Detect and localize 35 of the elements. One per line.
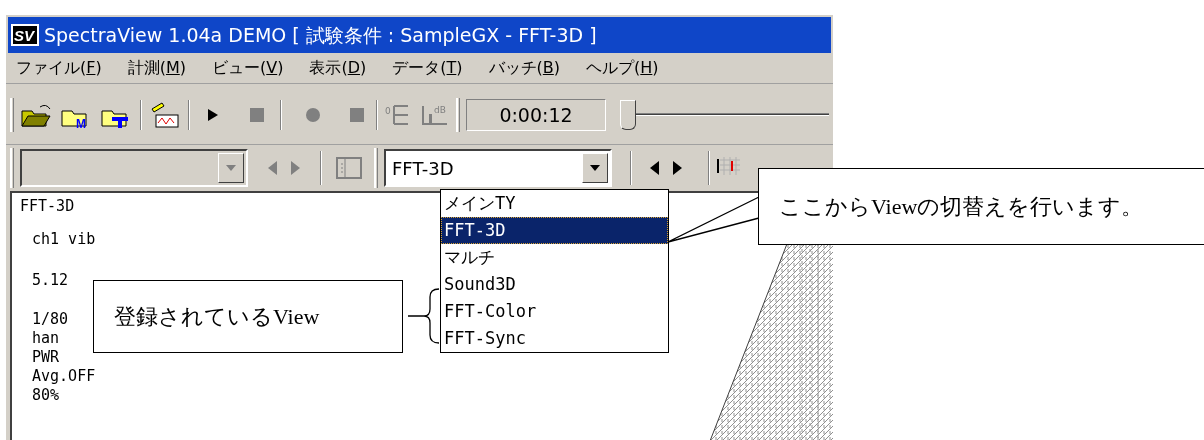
info-text: PWR	[32, 348, 60, 367]
menu-item[interactable]: ヘルプ(H)	[586, 56, 659, 80]
menu-item[interactable]: 表示(D)	[309, 56, 367, 80]
info-text: 1/80	[32, 310, 69, 329]
view-option[interactable]: FFT-3D	[441, 217, 668, 244]
callout-box: 登録されているView	[93, 280, 403, 353]
view-option[interactable]: FFT-Color	[441, 298, 668, 325]
menu-item[interactable]: ビュー(V)	[212, 56, 284, 80]
dropdown-arrow-icon	[226, 165, 236, 171]
info-text: FFT-3D	[20, 197, 75, 216]
view-dropdown[interactable]: FFT-3D	[384, 149, 612, 187]
info-text: han	[32, 329, 60, 348]
view-option[interactable]: マルチ	[441, 244, 668, 271]
menu-item[interactable]: 計測(M)	[127, 56, 186, 80]
slider-track[interactable]	[620, 99, 829, 131]
slider-thumb[interactable]	[620, 100, 636, 130]
view-option[interactable]: メインTY	[441, 190, 668, 217]
menu-item[interactable]: ファイル(F)	[16, 56, 102, 80]
menu-item[interactable]: バッチ(B)	[488, 56, 561, 80]
info-text: 5.12	[32, 271, 69, 290]
view-option[interactable]: Sound3D	[441, 271, 668, 298]
previous-icon[interactable]	[650, 161, 660, 175]
app-logo-icon: SV	[10, 22, 40, 48]
info-text: ch1 vib	[32, 230, 96, 249]
info-text: Avg.OFF	[32, 367, 96, 386]
menu-item[interactable]: データ(T)	[392, 56, 463, 80]
elapsed-time-display: 0:00:12	[466, 99, 606, 131]
view-option[interactable]: FFT-Sync	[441, 325, 668, 352]
info-text: 80%	[32, 386, 60, 405]
play-icon[interactable]	[206, 107, 220, 123]
record-icon[interactable]	[306, 108, 320, 122]
dropdown-arrow-icon	[590, 165, 600, 171]
panel-icon[interactable]	[336, 157, 362, 179]
next-icon[interactable]	[672, 161, 682, 175]
window-title: SpectraView 1.04a DEMO [ 試験条件 : SampleGX - FFT-3D ]	[44, 22, 597, 48]
